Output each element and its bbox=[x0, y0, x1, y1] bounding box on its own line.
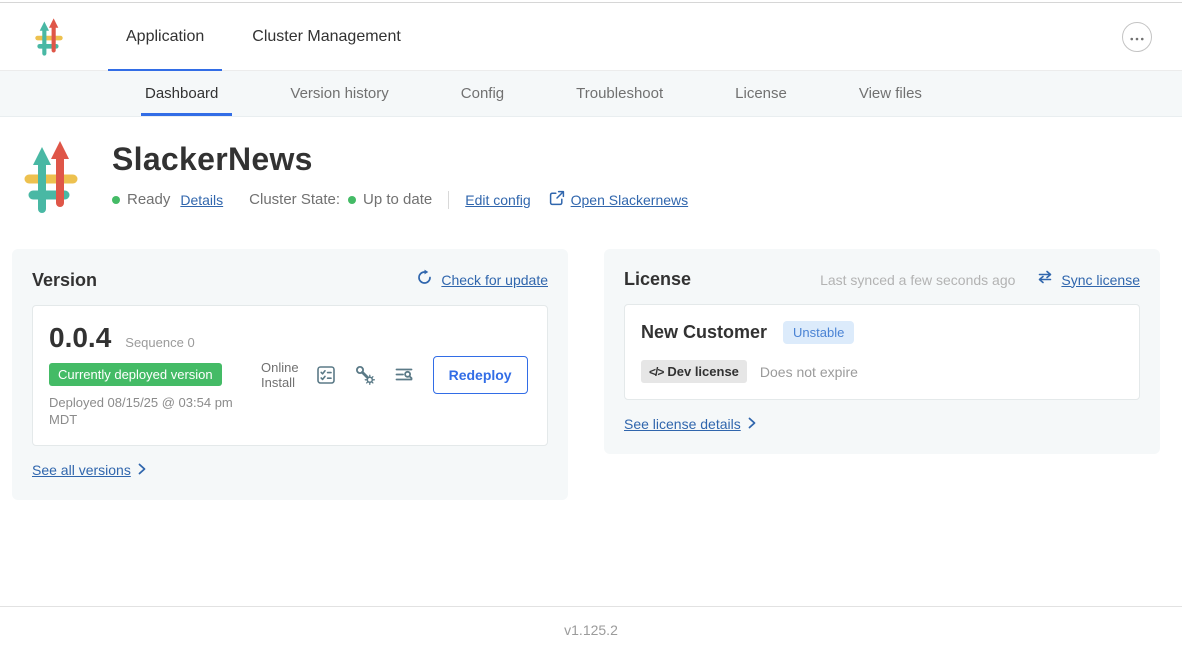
cluster-state-dot bbox=[348, 196, 356, 204]
license-type-badge: </> Dev license bbox=[641, 360, 747, 383]
sub-nav-item-config[interactable]: Config bbox=[461, 71, 504, 116]
sequence-label: Sequence 0 bbox=[125, 335, 194, 350]
refresh-icon bbox=[416, 269, 433, 291]
deployed-version-badge: Currently deployed version bbox=[49, 363, 222, 386]
top-nav: Application Cluster Management bbox=[0, 3, 1182, 71]
version-card-header: Version Check for update bbox=[32, 269, 548, 291]
config-wrench-icon[interactable] bbox=[354, 364, 376, 386]
status-divider bbox=[448, 191, 449, 209]
install-type-line2: Install bbox=[261, 375, 299, 391]
license-expiration: Does not expire bbox=[760, 364, 858, 380]
deployed-timestamp: Deployed 08/15/25 @ 03:54 pm MDT bbox=[49, 395, 249, 429]
license-card: License Last synced a few seconds ago Sy… bbox=[604, 249, 1160, 454]
install-type-line1: Online bbox=[261, 360, 299, 376]
cluster-state-value: Up to date bbox=[363, 191, 432, 208]
console-version: v1.125.2 bbox=[564, 622, 618, 638]
page-title: SlackerNews bbox=[112, 141, 688, 178]
sub-nav: Dashboard Version history Config Trouble… bbox=[0, 71, 1182, 117]
ready-status-dot bbox=[112, 196, 120, 204]
see-license-details-label: See license details bbox=[624, 416, 741, 432]
version-actions bbox=[315, 364, 415, 386]
chevron-right-icon bbox=[748, 416, 756, 432]
app-header: SlackerNews Ready Details Cluster State:… bbox=[0, 117, 1182, 215]
customer-name: New Customer bbox=[641, 322, 767, 343]
sub-nav-label-view-files: View files bbox=[859, 85, 922, 102]
chevron-right-icon bbox=[138, 462, 146, 478]
sub-nav-item-dashboard[interactable]: Dashboard bbox=[145, 71, 218, 116]
open-app-link[interactable]: Open Slackernews bbox=[549, 190, 689, 209]
sub-nav-label-version-history: Version history bbox=[290, 85, 388, 102]
app-icon bbox=[22, 139, 80, 215]
cluster-state-label: Cluster State: bbox=[249, 191, 340, 208]
sub-nav-item-license[interactable]: License bbox=[735, 71, 787, 116]
code-icon: </> bbox=[649, 365, 663, 379]
release-notes-icon[interactable] bbox=[315, 364, 337, 386]
sub-nav-label-dashboard: Dashboard bbox=[145, 85, 218, 102]
version-card-title: Version bbox=[32, 270, 97, 291]
sub-nav-label-config: Config bbox=[461, 85, 504, 102]
tab-cluster-management[interactable]: Cluster Management bbox=[234, 3, 419, 71]
open-app-link-label: Open Slackernews bbox=[571, 192, 689, 208]
app-status-row: Ready Details Cluster State: Up to date … bbox=[112, 190, 688, 209]
channel-badge: Unstable bbox=[783, 321, 854, 344]
install-type-label: Online Install bbox=[261, 360, 299, 391]
tab-application-label: Application bbox=[126, 28, 204, 46]
sub-nav-item-view-files[interactable]: View files bbox=[859, 71, 922, 116]
main-content: SlackerNews Ready Details Cluster State:… bbox=[0, 117, 1182, 500]
dashboard-cards: Version Check for update 0.0.4 Sequence … bbox=[12, 249, 1160, 500]
license-card-title: License bbox=[624, 269, 691, 290]
details-link[interactable]: Details bbox=[180, 192, 223, 208]
license-type-label: Dev license bbox=[667, 364, 739, 379]
version-card: Version Check for update 0.0.4 Sequence … bbox=[12, 249, 568, 500]
sub-nav-label-troubleshoot: Troubleshoot bbox=[576, 85, 663, 102]
last-synced-label: Last synced a few seconds ago bbox=[820, 272, 1015, 288]
ellipsis-icon bbox=[1130, 29, 1144, 44]
version-number: 0.0.4 bbox=[49, 322, 111, 354]
overflow-menu-button[interactable] bbox=[1122, 22, 1152, 52]
footer: v1.125.2 bbox=[0, 606, 1182, 655]
slackernews-logo-icon bbox=[34, 17, 64, 57]
edit-config-link[interactable]: Edit config bbox=[465, 192, 530, 208]
license-detail-panel: New Customer Unstable </> Dev license Do… bbox=[624, 304, 1140, 400]
view-logs-icon[interactable] bbox=[393, 364, 415, 386]
check-for-update-link[interactable]: Check for update bbox=[441, 272, 548, 288]
see-all-versions-link[interactable]: See all versions bbox=[32, 462, 146, 478]
external-link-icon bbox=[549, 190, 565, 209]
redeploy-button[interactable]: Redeploy bbox=[433, 356, 528, 394]
tab-cluster-management-label: Cluster Management bbox=[252, 28, 401, 46]
sync-license-link[interactable]: Sync license bbox=[1061, 272, 1140, 288]
tab-application[interactable]: Application bbox=[108, 3, 222, 71]
sync-arrows-icon bbox=[1037, 269, 1053, 290]
sub-nav-item-version-history[interactable]: Version history bbox=[290, 71, 388, 116]
see-license-details-link[interactable]: See license details bbox=[624, 416, 756, 432]
license-card-header: License Last synced a few seconds ago Sy… bbox=[624, 269, 1140, 290]
ready-status-label: Ready bbox=[127, 191, 170, 208]
current-version-panel: 0.0.4 Sequence 0 Currently deployed vers… bbox=[32, 305, 548, 446]
sub-nav-label-license: License bbox=[735, 85, 787, 102]
see-all-versions-label: See all versions bbox=[32, 462, 131, 478]
sub-nav-item-troubleshoot[interactable]: Troubleshoot bbox=[576, 71, 663, 116]
